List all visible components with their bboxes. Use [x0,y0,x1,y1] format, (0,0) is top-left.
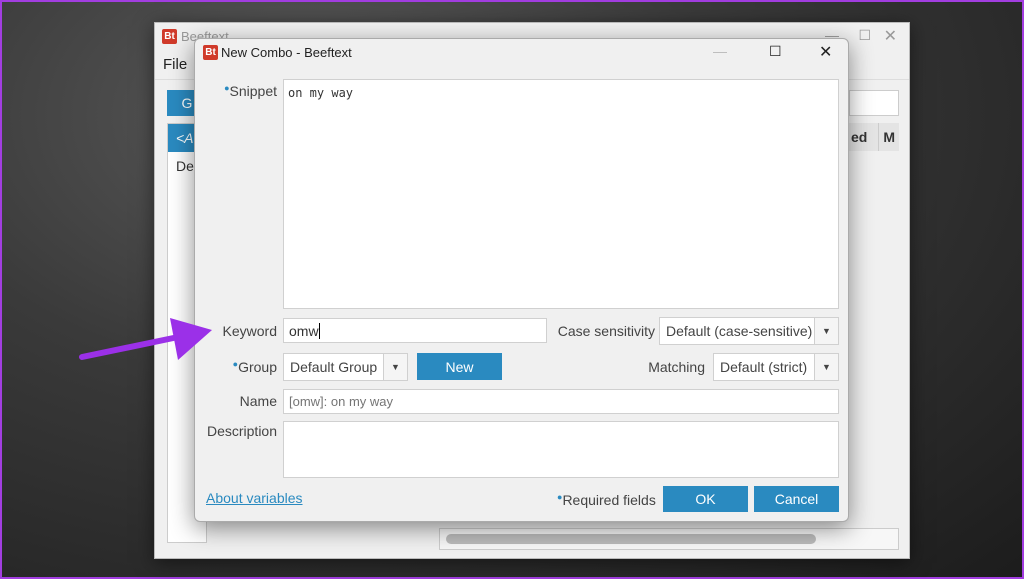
new-group-button[interactable]: New [417,353,502,380]
menu-file[interactable]: File [163,56,187,73]
minimize-icon[interactable]: — [713,43,727,59]
close-icon[interactable]: ✕ [884,26,897,46]
description-label: Description [206,423,277,439]
required-fields-note: ●Required fields [557,492,656,508]
column-header[interactable]: ed [849,123,878,151]
case-sensitivity-label: Case sensitivity [557,323,655,339]
case-sensitivity-select[interactable]: Default (case-sensitive) ▼ [659,317,839,345]
dialog-title: New Combo - Beeftext [221,45,352,60]
matching-select[interactable]: Default (strict) ▼ [713,353,839,381]
keyword-input[interactable]: omw [283,318,547,343]
group-select[interactable]: Default Group ▼ [283,353,408,381]
chevron-down-icon: ▼ [814,354,838,380]
snippet-label: ●Snippet [224,83,277,99]
app-logo-icon: Bt [203,45,218,60]
snippet-textarea[interactable]: on my way [283,79,839,309]
search-input[interactable] [849,90,899,116]
app-logo-icon: Bt [162,29,177,44]
name-input[interactable] [283,389,839,414]
about-variables-link[interactable]: About variables [206,490,303,506]
pointer-arrow-icon [79,318,212,360]
column-header[interactable]: M [878,123,899,151]
description-textarea[interactable] [283,421,839,478]
matching-label: Matching [648,359,705,375]
name-label: Name [239,393,277,409]
horizontal-scrollbar[interactable] [439,528,899,550]
chevron-down-icon: ▼ [383,354,407,380]
maximize-icon[interactable]: ☐ [769,43,782,60]
table-header: ed M [849,123,899,151]
cancel-button[interactable]: Cancel [754,486,839,512]
new-combo-dialog: Bt New Combo - Beeftext — ☐ ✕ ●Snippet o… [194,38,849,522]
ok-button[interactable]: OK [663,486,748,512]
scrollbar-thumb[interactable] [446,534,816,544]
chevron-down-icon: ▼ [814,318,838,344]
maximize-icon[interactable]: ☐ [858,27,871,44]
close-icon[interactable]: ✕ [819,42,832,62]
